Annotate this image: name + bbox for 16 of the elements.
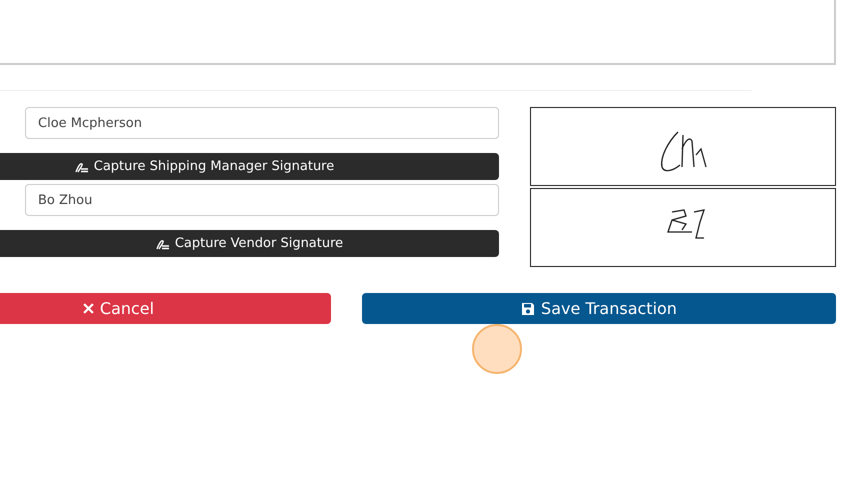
signature-pad[interactable] xyxy=(530,188,836,267)
signature-drawing xyxy=(667,208,705,238)
close-icon xyxy=(82,303,94,314)
capture-signature-button[interactable]: Capture Shipping Manager Signature xyxy=(0,153,499,180)
cancel-button[interactable]: Cancel xyxy=(0,293,331,324)
textarea-field[interactable] xyxy=(0,0,836,65)
signature-drawing xyxy=(661,131,707,171)
signature-pad[interactable] xyxy=(530,107,836,186)
click-indicator xyxy=(472,324,522,374)
name-field[interactable]: Cloe Mcpherson xyxy=(25,107,499,139)
capture-signature-button[interactable]: Capture Vendor Signature xyxy=(0,230,499,257)
signature-icon xyxy=(74,160,89,172)
name-field[interactable]: Bo Zhou xyxy=(25,184,499,216)
signature-icon xyxy=(156,238,170,250)
save-icon xyxy=(521,302,536,316)
save-button[interactable]: Save Transaction xyxy=(362,293,836,324)
